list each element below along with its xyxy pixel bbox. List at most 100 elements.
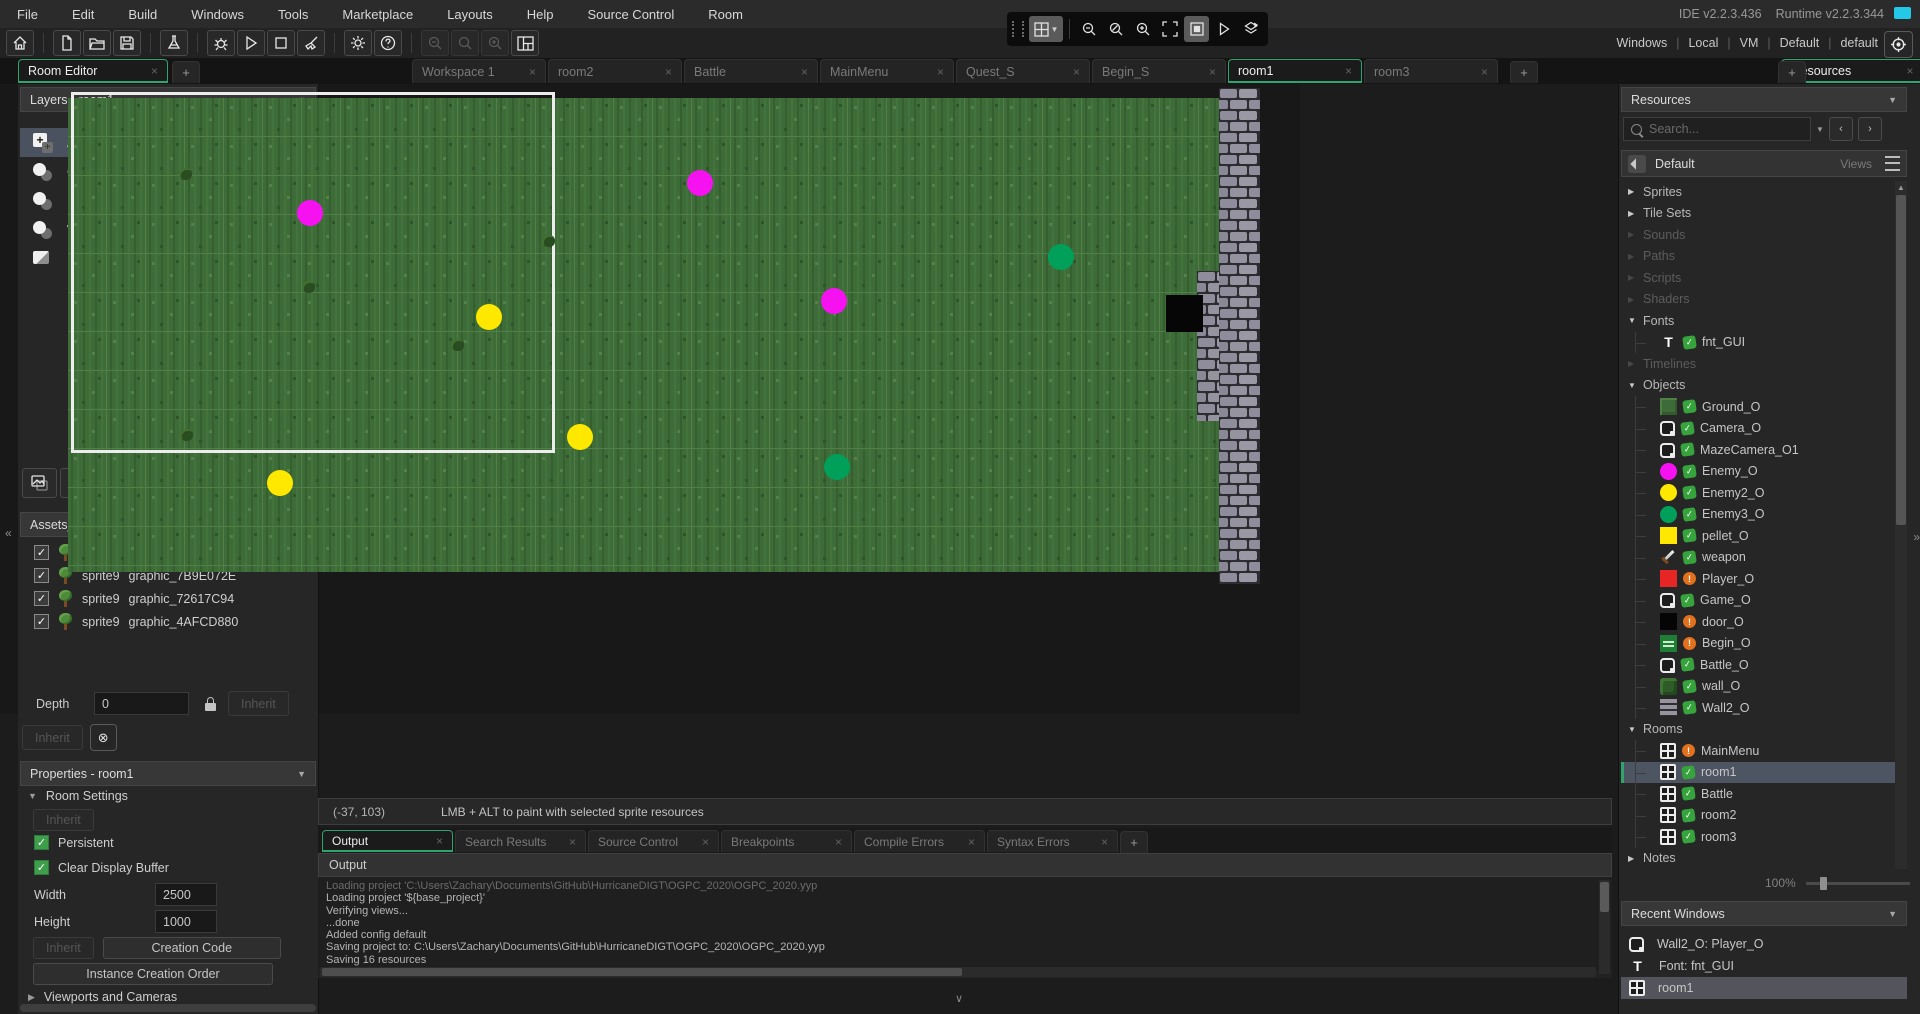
fit-to-window-button[interactable] (1157, 16, 1182, 42)
clear-inherit-icon[interactable]: ⊗ (90, 724, 117, 751)
expander-icon[interactable] (1628, 209, 1643, 218)
search-options-chevron[interactable]: ▼ (1816, 125, 1824, 134)
add-workspace-tab-button[interactable]: + (1510, 61, 1538, 83)
output-horizontal-scrollbar[interactable] (320, 967, 1596, 977)
close-icon[interactable]: × (569, 835, 576, 849)
room-settings-section[interactable]: ▼ Room Settings (28, 789, 128, 803)
recent-window-row[interactable]: Font: fnt_GUI (1621, 955, 1907, 977)
collapse-right-panel-icon[interactable]: » (1913, 530, 1920, 544)
toolbar-grip[interactable] (1012, 21, 1024, 37)
persistent-checkbox[interactable] (34, 835, 49, 850)
checkbox-checked[interactable] (34, 614, 49, 629)
resource-row[interactable]: fnt_GUI (1621, 332, 1897, 354)
checkbox-checked[interactable] (34, 545, 49, 560)
menu-item[interactable]: Build (111, 7, 174, 22)
run-button[interactable] (237, 30, 265, 56)
add-tool-tab-button[interactable]: + (172, 61, 200, 83)
expander-icon[interactable] (1628, 295, 1643, 304)
save-project-button[interactable] (113, 30, 141, 56)
resource-row[interactable]: Camera_O (1621, 418, 1897, 440)
viewports-section[interactable]: ▶ Viewports and Cameras (28, 990, 177, 1004)
show-room-border-button[interactable] (1184, 16, 1209, 42)
menu-item[interactable]: Tools (261, 7, 325, 22)
workspace-tab[interactable]: MainMenu × (820, 59, 954, 83)
checkbox-checked[interactable] (34, 568, 49, 583)
workspace-tab[interactable]: Battle × (684, 59, 818, 83)
menu-item[interactable]: Layouts (430, 7, 510, 22)
zoom-in-button[interactable] (481, 30, 509, 56)
stop-button[interactable] (267, 30, 295, 56)
expander-icon[interactable] (1628, 273, 1643, 282)
menu-item[interactable]: Room (691, 7, 760, 22)
output-log[interactable]: Loading project 'C:\Users\Zachary\Docume… (318, 877, 1612, 970)
close-icon[interactable]: × (801, 65, 808, 79)
workspace-tab[interactable]: room1 × (1228, 59, 1362, 83)
depth-input[interactable]: 0 (94, 692, 189, 715)
expander-icon[interactable] (1628, 230, 1643, 239)
resource-row[interactable]: Begin_O (1621, 633, 1897, 655)
enemy-instance[interactable] (476, 304, 502, 330)
menu-item[interactable]: Marketplace (325, 7, 430, 22)
workspace-tab[interactable]: room3 × (1364, 59, 1498, 83)
env-device[interactable]: default (1840, 36, 1878, 50)
resource-row[interactable]: Sprites (1621, 181, 1897, 203)
resource-row[interactable]: Ground_O (1621, 396, 1897, 418)
resource-row[interactable]: room2 (1621, 805, 1897, 827)
enemy-instance[interactable] (821, 288, 847, 314)
search-next-button[interactable]: › (1858, 117, 1882, 141)
debug-button[interactable] (207, 30, 235, 56)
resource-row[interactable]: Notes (1621, 848, 1897, 870)
output-tab[interactable]: Search Results × (455, 830, 586, 852)
inherit-button[interactable]: Inherit (22, 725, 83, 750)
expander-icon[interactable] (1628, 725, 1643, 734)
resource-row[interactable]: Rooms (1621, 719, 1897, 741)
close-icon[interactable]: × (1906, 64, 1913, 78)
add-output-tab-button[interactable]: + (1120, 831, 1148, 853)
expander-icon[interactable] (1628, 381, 1643, 390)
resource-tree-scrollbar[interactable]: ▲ (1895, 181, 1907, 869)
close-icon[interactable]: × (702, 835, 709, 849)
resource-row[interactable]: weapon (1621, 547, 1897, 569)
instance-creation-order-button[interactable]: Instance Creation Order (33, 963, 273, 985)
close-icon[interactable]: × (665, 65, 672, 79)
collapse-output-icon[interactable]: ∨ (955, 992, 961, 1005)
room-width-input[interactable]: 2500 (155, 883, 217, 906)
close-icon[interactable]: × (968, 835, 975, 849)
menu-item[interactable]: Edit (55, 7, 111, 22)
output-vertical-scrollbar[interactable] (1599, 880, 1610, 974)
search-prev-button[interactable]: ‹ (1829, 117, 1853, 141)
enemy-instance[interactable] (824, 454, 850, 480)
resource-row[interactable]: Fonts (1621, 310, 1897, 332)
enemy-instance[interactable] (297, 200, 323, 226)
door-instance[interactable] (1166, 295, 1203, 332)
settings-gear-button[interactable] (344, 30, 372, 56)
menu-item[interactable]: File (0, 7, 55, 22)
enemy-instance[interactable] (567, 424, 593, 450)
creation-code-button[interactable]: Creation Code (103, 937, 281, 959)
workspace-tab[interactable]: Begin_S × (1092, 59, 1226, 83)
tab-room-editor[interactable]: Room Editor × (18, 59, 168, 83)
resource-row[interactable]: Sounds (1621, 224, 1897, 246)
left-panel-scrollbar[interactable] (20, 1004, 316, 1012)
lock-icon[interactable] (205, 697, 216, 711)
resource-row[interactable]: pellet_O (1621, 525, 1897, 547)
resource-row[interactable]: Paths (1621, 246, 1897, 268)
add-background-layer-button[interactable] (22, 468, 57, 498)
inherit-button[interactable]: Inherit (33, 937, 94, 959)
resource-row[interactable]: room1 (1621, 762, 1897, 784)
resource-row[interactable]: MazeCamera_O1 (1621, 439, 1897, 461)
depth-inherit-button[interactable]: Inherit (228, 691, 289, 716)
room-properties-header[interactable]: Properties - room1▼ (20, 761, 316, 786)
clean-cache-button[interactable] (297, 30, 325, 56)
close-icon[interactable]: × (1345, 64, 1352, 78)
close-icon[interactable]: × (937, 65, 944, 79)
clean-icon[interactable] (160, 30, 188, 56)
output-tab[interactable]: Source Control × (588, 830, 719, 852)
canvas-run-button[interactable] (1211, 16, 1236, 42)
resource-row[interactable]: Player_O (1621, 568, 1897, 590)
output-tab[interactable]: Syntax Errors × (987, 830, 1118, 852)
enemy-instance[interactable] (267, 470, 293, 496)
resource-row[interactable]: Battle_O (1621, 654, 1897, 676)
output-tab[interactable]: Breakpoints × (721, 830, 852, 852)
add-resources-tab-button[interactable]: + (1778, 61, 1806, 83)
